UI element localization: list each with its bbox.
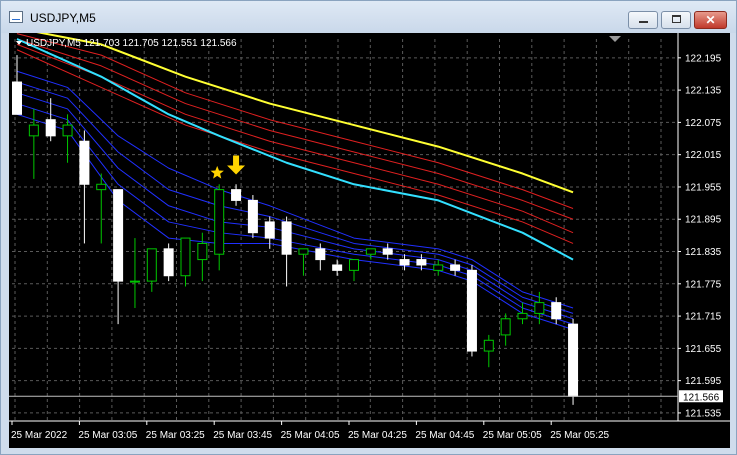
minimize-icon: [639, 21, 648, 23]
candle-bullish: [298, 248, 309, 255]
candle-bearish: [247, 199, 258, 234]
price-tick-label: 122.075: [685, 118, 722, 129]
chart-area[interactable]: 122.195 122.135 122.075 122.015 121.955 121.8…: [9, 33, 730, 448]
time-tick-label: 25 Mar 05:05: [483, 430, 542, 441]
candle-bearish: [45, 119, 56, 137]
candle-bullish: [197, 242, 208, 261]
candle-bullish: [146, 248, 157, 282]
chart-window-icon: [9, 11, 23, 23]
close-icon: ✕: [705, 13, 716, 27]
candle-bearish: [332, 264, 343, 271]
candle-bullish: [214, 189, 225, 255]
candle-bullish: [129, 280, 140, 283]
candle-bearish: [382, 248, 393, 255]
candle-bearish: [416, 259, 427, 266]
blue-ma-3-line: [16, 92, 574, 320]
candle-bearish: [12, 81, 22, 115]
candle-bullish: [28, 124, 39, 137]
chart-shift-marker[interactable]: [609, 36, 621, 42]
candle-bearish: [466, 269, 477, 352]
minimize-button[interactable]: [628, 11, 658, 29]
price-chart[interactable]: 122.195 122.135 122.075 122.015 121.955 121.8…: [9, 33, 730, 448]
time-tick-label: 25 Mar 04:05: [281, 430, 340, 441]
price-tick-label: 121.535: [685, 408, 722, 419]
cyan-ma-line: [16, 38, 574, 261]
window-title: USDJPY,M5: [30, 11, 96, 25]
price-tick-label: 122.135: [685, 86, 722, 97]
candle-bearish: [399, 259, 410, 266]
price-tick-label: 122.195: [685, 53, 722, 64]
candle-bearish: [163, 248, 174, 277]
time-tick-label: 25 Mar 03:45: [213, 430, 272, 441]
candle-bullish: [96, 183, 107, 191]
time-tick-label: 25 Mar 2022: [11, 430, 68, 441]
price-tick-label: 122.015: [685, 150, 722, 161]
red-ma-2-line: [16, 38, 574, 220]
red-ma-1-line: [16, 33, 574, 209]
candle-bearish: [450, 264, 461, 271]
chart-header-text: USDJPY,M5 121.703 121.705 121.551 121.56…: [26, 38, 237, 49]
maximize-button[interactable]: [661, 11, 691, 29]
price-tick-label: 121.595: [685, 376, 722, 387]
arrow-down-icon: [227, 155, 246, 175]
star-icon: [210, 165, 224, 179]
price-tick-label: 121.715: [685, 312, 722, 323]
time-tick-label: 25 Mar 04:25: [348, 430, 407, 441]
price-tick-label: 121.955: [685, 182, 722, 193]
candle-bearish: [231, 189, 242, 201]
title-bar[interactable]: USDJPY,M5 ✕: [1, 1, 736, 33]
maximize-icon: [672, 15, 681, 23]
time-tick-label: 25 Mar 03:25: [146, 430, 205, 441]
price-tag: 121.566: [683, 392, 720, 403]
price-tick-label: 121.775: [685, 279, 722, 290]
candle-bullish: [62, 124, 73, 137]
time-tick-label: 25 Mar 04:45: [415, 430, 474, 441]
blue-ma-5-line: [16, 113, 574, 331]
candle-bearish: [551, 302, 562, 320]
blue-ma-2-line: [16, 81, 574, 314]
time-tick-label: 25 Mar 05:25: [550, 430, 609, 441]
candle-bearish: [79, 140, 90, 185]
price-tick-label: 121.655: [685, 344, 722, 355]
candle-bullish: [534, 302, 545, 314]
yellow-ma-line: [36, 33, 574, 194]
candle-bearish: [281, 221, 292, 255]
candle-bullish: [180, 237, 191, 277]
candle-bullish: [500, 318, 511, 336]
candle-bearish: [264, 221, 275, 239]
close-button[interactable]: ✕: [694, 11, 727, 29]
candle-bullish: [349, 259, 359, 271]
candle-bearish: [113, 189, 124, 282]
triangle-down-icon[interactable]: [16, 41, 22, 45]
candle-bullish: [365, 248, 376, 255]
time-tick-label: 25 Mar 03:05: [78, 430, 137, 441]
terminal-window: USDJPY,M5 ✕ 122.195 122.135 122.075 122.015…: [0, 0, 737, 455]
red-ma-3-line: [16, 43, 574, 234]
red-ma-4-line: [16, 49, 574, 244]
candle-bullish: [483, 339, 494, 352]
candle-bullish: [517, 312, 528, 320]
price-tick-label: 121.835: [685, 247, 722, 258]
candle-bearish: [315, 248, 326, 261]
price-tick-label: 121.895: [685, 215, 722, 226]
candle-bearish: [568, 323, 579, 397]
candle-bullish: [433, 264, 444, 271]
